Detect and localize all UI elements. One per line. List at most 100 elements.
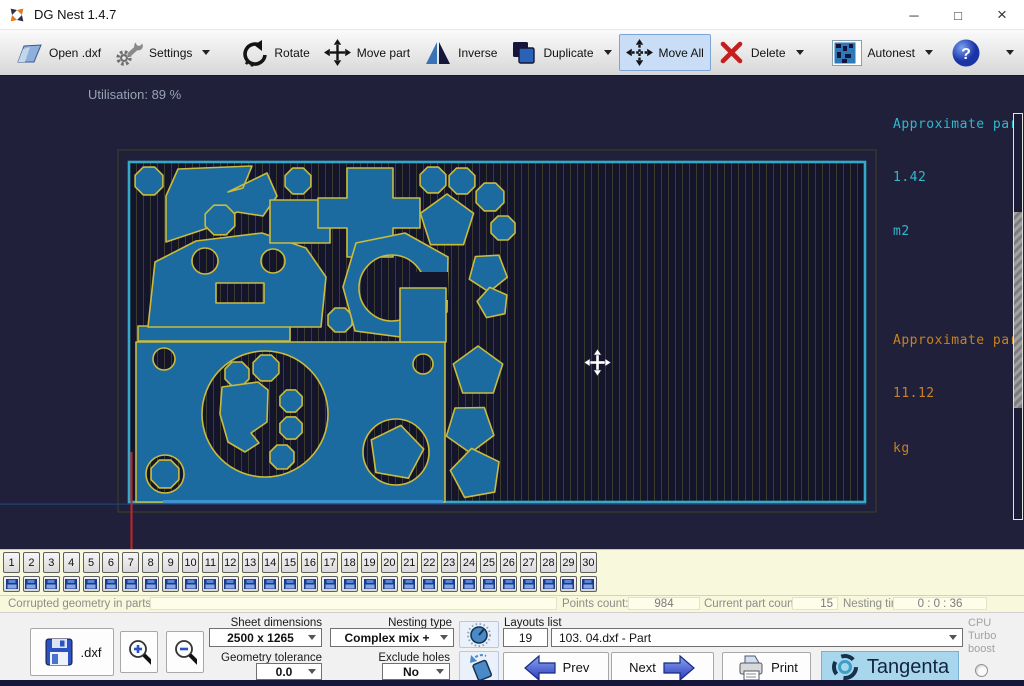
sheet-tab-21[interactable]: 21 [401, 552, 418, 573]
sheet-save-25[interactable] [480, 576, 497, 592]
sheet-tab-22[interactable]: 22 [421, 552, 438, 573]
sheet-save-16[interactable] [301, 576, 318, 592]
cpu-turbo-boost-radio[interactable] [975, 664, 988, 677]
sheet-save-14[interactable] [262, 576, 279, 592]
move-arrows-icon [324, 39, 351, 66]
sheet-save-24[interactable] [460, 576, 477, 592]
sheet-tab-30[interactable]: 30 [580, 552, 597, 573]
sheet-tab-18[interactable]: 18 [341, 552, 358, 573]
rotate-button[interactable]: Rotate [231, 34, 316, 72]
sheet-tab-3[interactable]: 3 [43, 552, 60, 573]
duplicate-button[interactable]: Duplicate [504, 35, 618, 71]
nesting-sheet-drawing[interactable] [0, 76, 1024, 549]
exclude-holes-select[interactable]: No [382, 663, 450, 680]
sheet-tab-23[interactable]: 23 [441, 552, 458, 573]
nesting-type-select[interactable]: Complex mix + [330, 628, 454, 647]
layouts-list-select[interactable]: 103. 04.dxf - Part [551, 628, 963, 647]
rotate-sheet-button[interactable] [459, 651, 499, 682]
help-dropdown-caret[interactable] [1006, 50, 1014, 55]
sheet-tab-7[interactable]: 7 [122, 552, 139, 573]
tangenta-brand-button[interactable]: Tangenta [821, 651, 959, 683]
close-button[interactable]: × [980, 0, 1024, 30]
sheet-tab-14[interactable]: 14 [262, 552, 279, 573]
sheet-save-6[interactable] [102, 576, 119, 592]
sheet-save-7[interactable] [122, 576, 139, 592]
sheet-save-5[interactable] [83, 576, 100, 592]
sheet-tab-13[interactable]: 13 [242, 552, 259, 573]
sheet-save-23[interactable] [441, 576, 458, 592]
layouts-index-field[interactable]: 19 [503, 628, 548, 647]
inverse-button[interactable]: Inverse [417, 35, 504, 71]
sheet-dimensions-select[interactable]: 2500 x 1265 [209, 628, 322, 647]
open-dxf-button[interactable]: Open .dxf [8, 35, 108, 71]
sheet-save-17[interactable] [321, 576, 338, 592]
sheet-tab-25[interactable]: 25 [480, 552, 497, 573]
sheet-save-28[interactable] [540, 576, 557, 592]
sheet-save-15[interactable] [281, 576, 298, 592]
sheet-tab-10[interactable]: 10 [182, 552, 199, 573]
tangenta-logo-icon [831, 653, 859, 681]
move-part-button[interactable]: Move part [317, 34, 417, 71]
sheet-tab-9[interactable]: 9 [162, 552, 179, 573]
sheet-save-11[interactable] [202, 576, 219, 592]
prev-layout-button[interactable]: Prev [503, 652, 609, 683]
sheet-save-22[interactable] [421, 576, 438, 592]
duplicate-dropdown-caret[interactable] [604, 50, 612, 55]
sheet-save-4[interactable] [63, 576, 80, 592]
sheet-tab-16[interactable]: 16 [301, 552, 318, 573]
sheet-save-3[interactable] [43, 576, 60, 592]
sheet-save-20[interactable] [381, 576, 398, 592]
minimize-button[interactable]: ─ [892, 0, 936, 30]
sheet-tab-27[interactable]: 27 [520, 552, 537, 573]
autonest-dropdown-caret[interactable] [925, 50, 933, 55]
nesting-canvas[interactable]: Utilisation: 89 % Approximate par 1.42 m… [0, 76, 1024, 549]
sheet-tab-5[interactable]: 5 [83, 552, 100, 573]
delete-button[interactable]: Delete [711, 34, 811, 71]
sheet-save-9[interactable] [162, 576, 179, 592]
sheet-save-8[interactable] [142, 576, 159, 592]
sheet-tab-17[interactable]: 17 [321, 552, 338, 573]
settings-button[interactable]: Settings [108, 34, 217, 72]
zoom-out-button[interactable] [166, 631, 204, 673]
move-all-button[interactable]: Move All [619, 34, 711, 71]
sheet-save-12[interactable] [222, 576, 239, 592]
sheet-tab-8[interactable]: 8 [142, 552, 159, 573]
sheet-tab-24[interactable]: 24 [460, 552, 477, 573]
autonest-button[interactable]: Autonest [825, 35, 940, 71]
sheet-tab-4[interactable]: 4 [63, 552, 80, 573]
sheet-save-2[interactable] [23, 576, 40, 592]
sheet-tab-28[interactable]: 28 [540, 552, 557, 573]
sheet-tab-19[interactable]: 19 [361, 552, 378, 573]
sheet-tab-12[interactable]: 12 [222, 552, 239, 573]
scrollbar-thumb[interactable] [1014, 212, 1022, 408]
vertical-scrollbar[interactable] [1013, 113, 1023, 520]
sheet-save-10[interactable] [182, 576, 199, 592]
settings-dropdown-caret[interactable] [202, 50, 210, 55]
next-layout-button[interactable]: Next [611, 652, 714, 683]
sheet-save-18[interactable] [341, 576, 358, 592]
sheet-tab-1[interactable]: 1 [3, 552, 20, 573]
save-dxf-button[interactable]: .dxf [30, 628, 114, 676]
sheet-tab-11[interactable]: 11 [202, 552, 219, 573]
sheet-save-19[interactable] [361, 576, 378, 592]
maximize-button[interactable]: □ [936, 0, 980, 30]
sheet-tab-2[interactable]: 2 [23, 552, 40, 573]
sheet-tab-15[interactable]: 15 [281, 552, 298, 573]
sheet-tab-20[interactable]: 20 [381, 552, 398, 573]
sheet-save-30[interactable] [580, 576, 597, 592]
sheet-save-26[interactable] [500, 576, 517, 592]
help-button[interactable]: ? [944, 33, 988, 73]
print-button[interactable]: Print [722, 652, 811, 683]
sheet-tab-29[interactable]: 29 [560, 552, 577, 573]
delete-dropdown-caret[interactable] [796, 50, 804, 55]
nesting-settings-button[interactable] [459, 621, 499, 648]
sheet-save-27[interactable] [520, 576, 537, 592]
zoom-in-button[interactable] [120, 631, 158, 673]
sheet-save-29[interactable] [560, 576, 577, 592]
sheet-tab-26[interactable]: 26 [500, 552, 517, 573]
geometry-tolerance-select[interactable]: 0.0 [256, 663, 322, 680]
sheet-save-1[interactable] [3, 576, 20, 592]
sheet-tab-6[interactable]: 6 [102, 552, 119, 573]
sheet-save-21[interactable] [401, 576, 418, 592]
sheet-save-13[interactable] [242, 576, 259, 592]
